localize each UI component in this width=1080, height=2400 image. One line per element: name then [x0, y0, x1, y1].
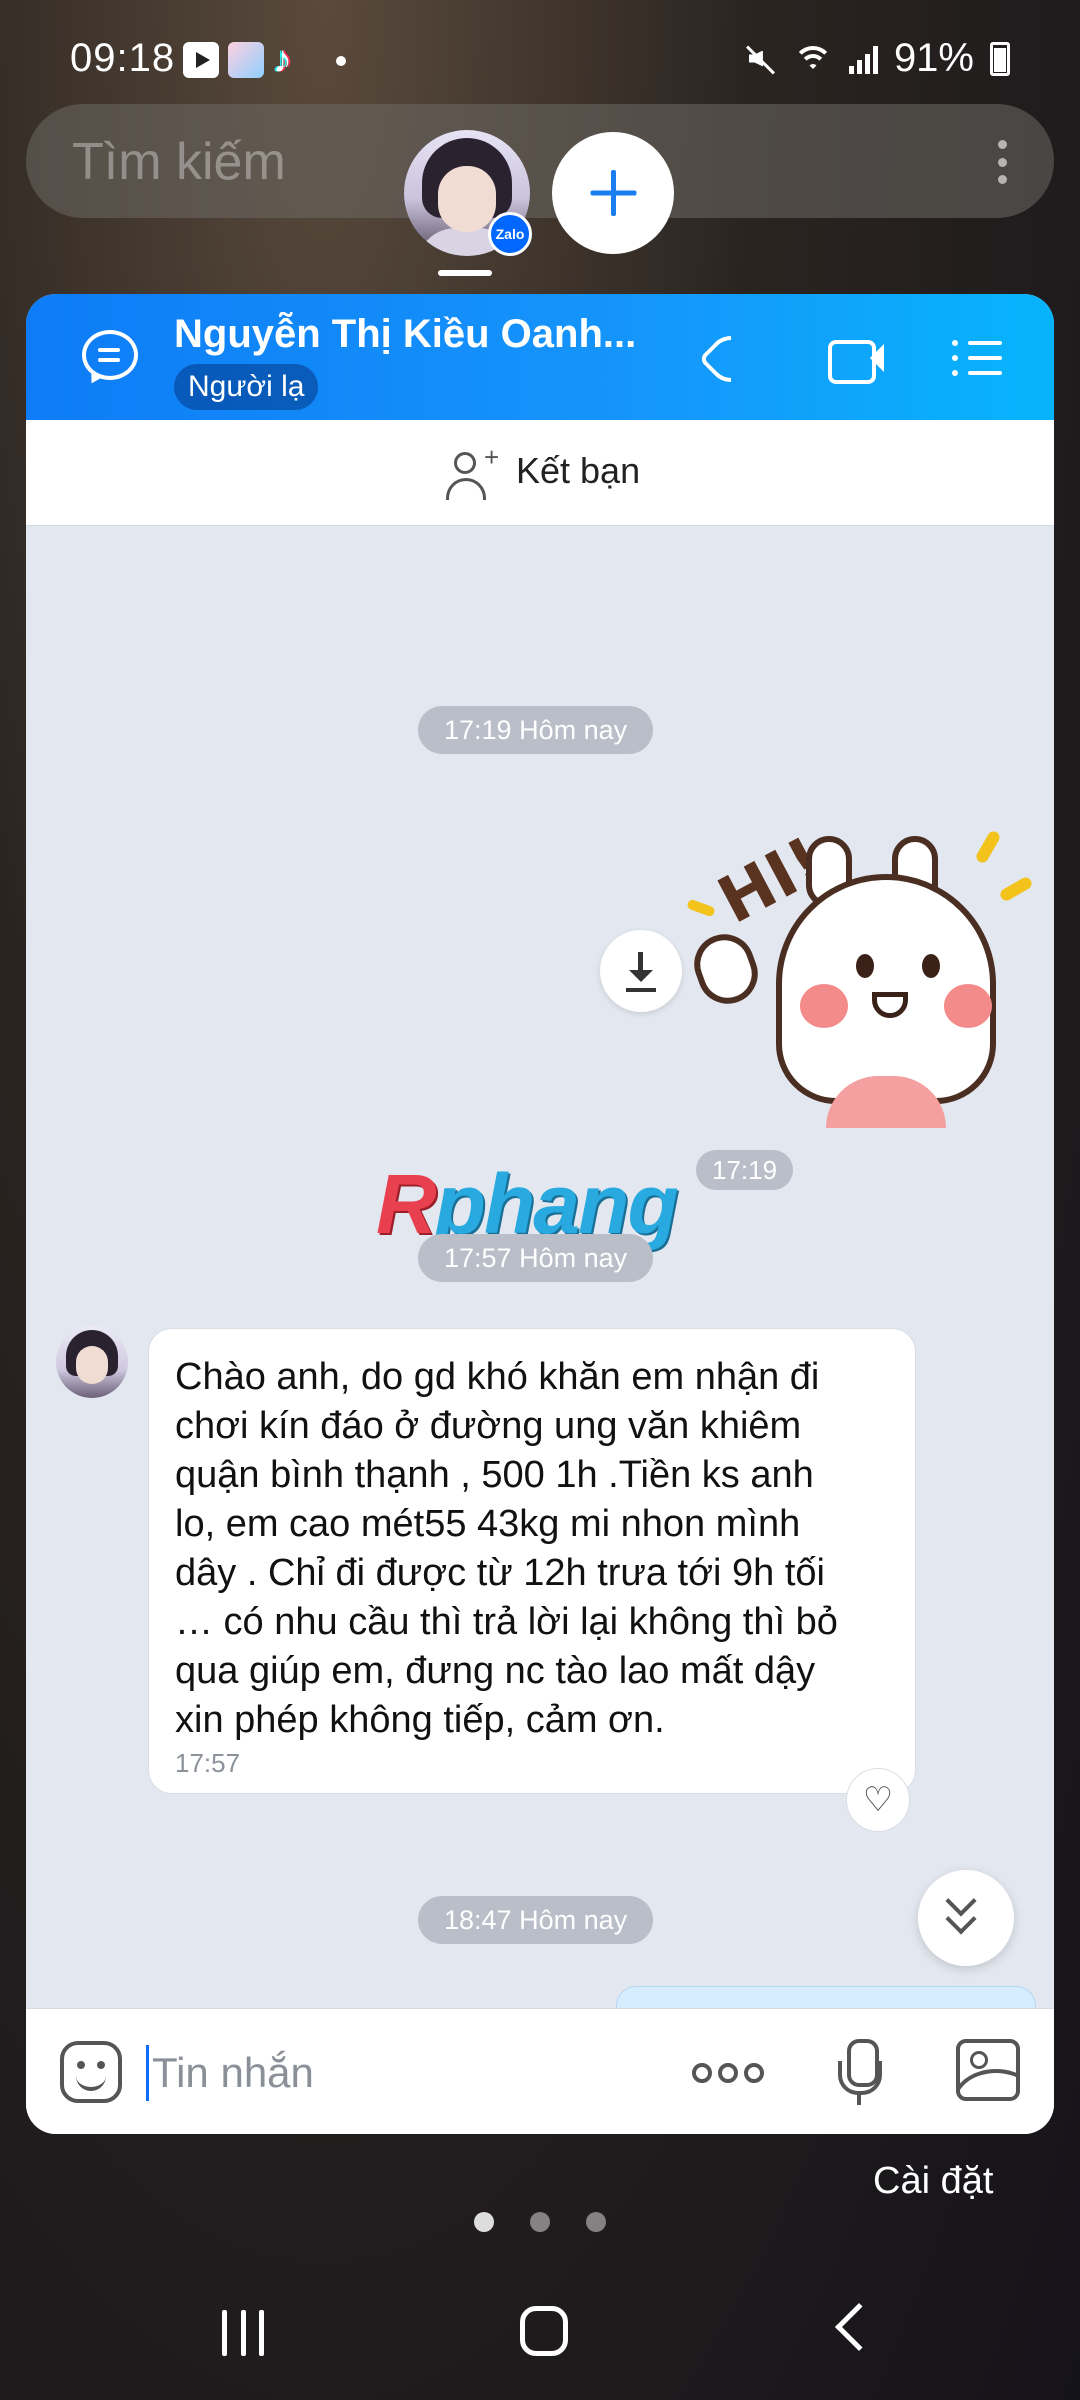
tiktok-icon: ♪	[273, 39, 292, 81]
scroll-down-icon[interactable]	[918, 1870, 1014, 1966]
home-icon[interactable]	[520, 2306, 568, 2356]
message-time: 17:57	[175, 1748, 241, 1778]
stranger-tag: Người lạ	[174, 364, 319, 410]
chat-header: Nguyễn Thị Kiều Oanh... Người lạ	[26, 294, 1054, 420]
timestamp-pill: 17:19 Hôm nay	[418, 706, 654, 754]
zalo-badge: Zalo	[488, 212, 532, 256]
timestamp-pill: 17:57 Hôm nay	[418, 1234, 654, 1282]
sticker-time: 17:19	[696, 1150, 794, 1190]
status-bar: 09:18 ♪ 91%	[0, 0, 1080, 120]
back-icon[interactable]	[834, 2302, 884, 2352]
heart-react-icon[interactable]: ♡	[846, 1768, 910, 1832]
timestamp-pill: 18:47 Hôm nay	[418, 1896, 654, 1944]
contact-avatar[interactable]	[56, 1326, 128, 1398]
message-input[interactable]	[152, 2045, 572, 2101]
message-composer	[26, 2008, 1054, 2134]
active-bubble-indicator	[438, 270, 492, 276]
download-icon[interactable]	[600, 930, 682, 1012]
contact-name[interactable]: Nguyễn Thị Kiều Oanh...	[174, 312, 634, 357]
battery-percent: 91%	[893, 36, 974, 80]
message-bubble[interactable]: Chào anh, do gd khó khăn em nhận đi chơi…	[148, 1328, 916, 1794]
search-bar[interactable]: Tìm kiếm	[26, 104, 1054, 218]
youtube-icon	[183, 42, 219, 78]
hi-bunny-sticker[interactable]: HI!	[685, 814, 1036, 1128]
video-call-icon[interactable]	[824, 328, 884, 388]
more-options-icon[interactable]	[692, 2063, 764, 2085]
add-friend-icon[interactable]: +	[444, 442, 500, 504]
battery-icon	[990, 41, 1010, 76]
chat-window: Nguyễn Thị Kiều Oanh... Người lạ + Kết b…	[26, 294, 1054, 2134]
menu-list-icon[interactable]	[950, 328, 1010, 388]
wifi-icon	[792, 44, 833, 74]
search-placeholder[interactable]: Tìm kiếm	[72, 132, 286, 192]
page-indicator	[474, 2212, 606, 2232]
add-friend-bar[interactable]: + Kết bạn	[26, 420, 1054, 526]
text-caret	[146, 2045, 149, 2101]
status-indicators: 91%	[745, 36, 1010, 81]
message-text: Chào anh, do gd khó khăn em nhận đi chơi…	[175, 1356, 838, 1741]
settings-button[interactable]: Cài đặt	[873, 2160, 993, 2203]
navigation-bar	[0, 2286, 1080, 2400]
mute-icon	[745, 43, 777, 75]
app-icon	[228, 42, 264, 78]
status-time: 09:18	[70, 36, 176, 80]
add-bubble-button[interactable]	[552, 132, 674, 254]
image-icon[interactable]	[956, 2039, 1020, 2101]
phone-call-icon[interactable]	[700, 328, 760, 388]
add-friend-label[interactable]: Kết bạn	[516, 450, 640, 492]
sticker-icon[interactable]	[60, 2041, 122, 2103]
chat-icon[interactable]	[82, 330, 138, 380]
more-vertical-icon[interactable]	[998, 140, 1008, 184]
signal-icon	[848, 44, 878, 74]
microphone-icon[interactable]	[834, 2039, 884, 2105]
recent-apps-icon[interactable]	[222, 2310, 264, 2356]
more-notifications-icon	[336, 56, 346, 66]
